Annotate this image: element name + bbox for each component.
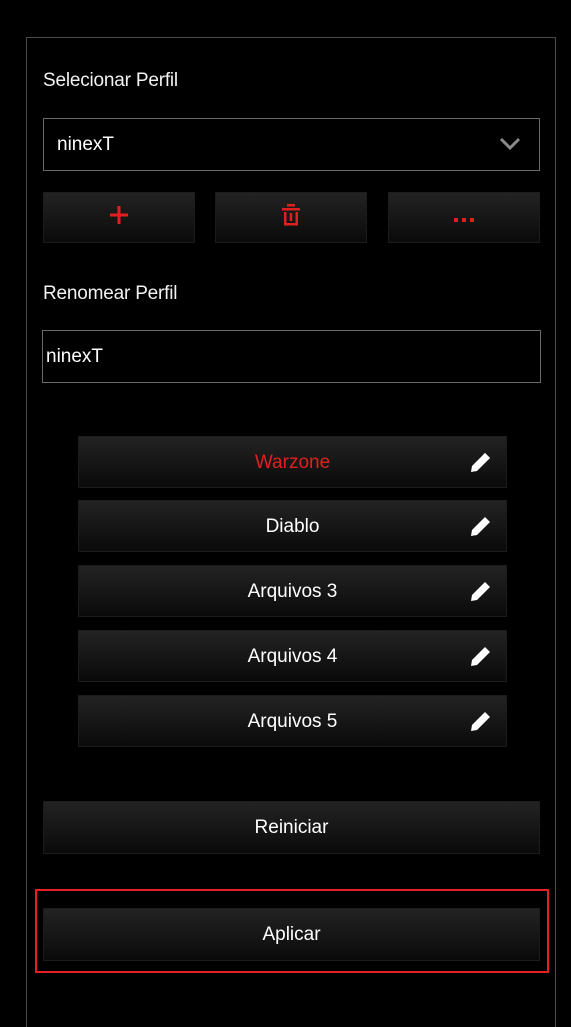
- chevron-down-icon: [499, 137, 521, 156]
- rename-profile-input[interactable]: [43, 331, 540, 382]
- select-profile-label: Selecionar Perfil: [43, 70, 178, 91]
- pencil-icon[interactable]: [470, 515, 492, 537]
- file-item-label: Warzone: [254, 452, 331, 473]
- file-item-diablo[interactable]: Diablo: [78, 500, 507, 552]
- add-profile-button[interactable]: [43, 192, 195, 243]
- plus-icon: [109, 205, 129, 231]
- trash-icon: [281, 203, 301, 233]
- file-item-arquivos-3[interactable]: Arquivos 3: [78, 565, 507, 617]
- ellipsis-icon: [454, 207, 474, 229]
- file-item-label: Arquivos 5: [247, 711, 338, 732]
- rename-profile-field[interactable]: [42, 330, 541, 383]
- pencil-icon[interactable]: [470, 710, 492, 732]
- more-options-button[interactable]: [388, 192, 540, 243]
- pencil-icon[interactable]: [470, 645, 492, 667]
- profile-dropdown[interactable]: ninexT: [43, 118, 540, 171]
- file-item-arquivos-4[interactable]: Arquivos 4: [78, 630, 507, 682]
- pencil-icon[interactable]: [470, 580, 492, 602]
- file-item-arquivos-5[interactable]: Arquivos 5: [78, 695, 507, 747]
- file-item-label: Diablo: [265, 516, 320, 537]
- file-item-label: Arquivos 3: [247, 581, 338, 602]
- profile-dropdown-value: ninexT: [57, 134, 115, 155]
- rename-profile-label: Renomear Perfil: [43, 283, 178, 304]
- pencil-icon[interactable]: [470, 451, 492, 473]
- file-item-warzone[interactable]: Warzone: [78, 436, 507, 488]
- reset-button[interactable]: Reiniciar: [43, 801, 540, 854]
- apply-button[interactable]: Aplicar: [43, 908, 540, 961]
- delete-profile-button[interactable]: [215, 192, 367, 243]
- file-item-label: Arquivos 4: [247, 646, 338, 667]
